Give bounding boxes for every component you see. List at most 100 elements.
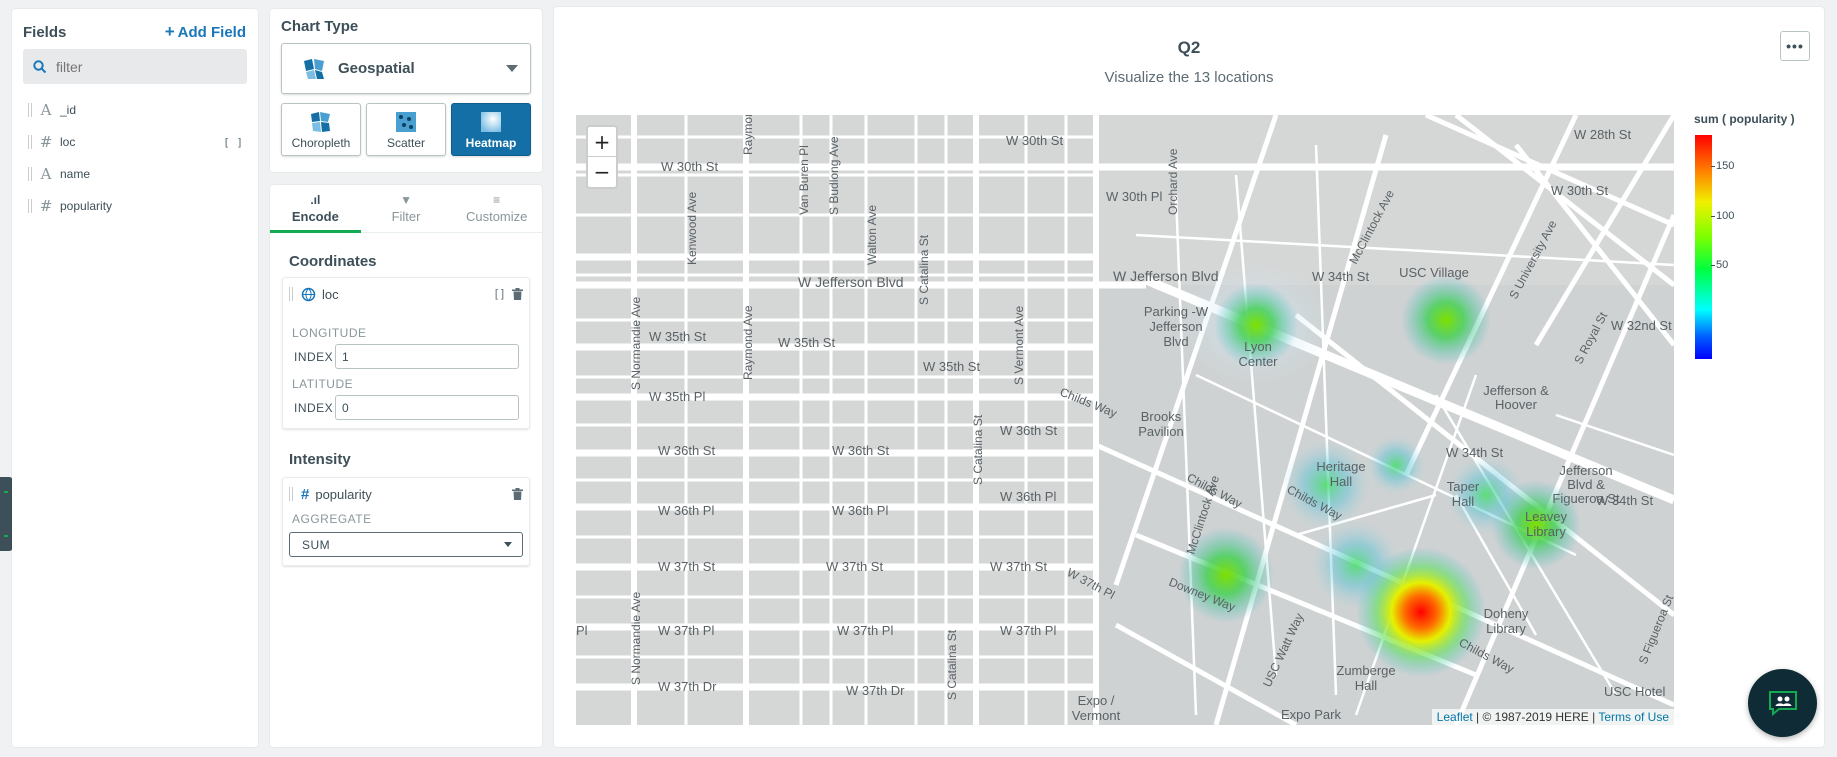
heatmap-map[interactable]: W 30th St W 30th St W 30th Pl W Jefferso… — [576, 115, 1674, 725]
drag-handle-icon[interactable] — [289, 487, 293, 501]
string-icon: A — [40, 165, 52, 183]
map-label: W 37th Pl — [837, 623, 893, 638]
map-label: W 32nd St — [1611, 318, 1672, 333]
geo-field-icon — [301, 287, 316, 301]
map-label: W Jefferson Blvd — [1113, 268, 1219, 284]
subtype-heatmap[interactable]: Heatmap — [451, 103, 531, 156]
longitude-index-input[interactable] — [335, 344, 519, 369]
map-label: Leavey — [1525, 509, 1567, 524]
subtype-scatter[interactable]: Scatter — [366, 103, 446, 156]
latitude-index-input[interactable] — [335, 395, 519, 420]
leaflet-link[interactable]: Leaflet — [1437, 710, 1473, 724]
map-label: W 37th Pl — [1000, 623, 1056, 638]
map-label: W 30th St — [661, 159, 718, 174]
drag-handle-icon[interactable] — [28, 167, 32, 181]
map-label: Hall — [1330, 474, 1353, 489]
map-label: Brooks — [1141, 409, 1182, 424]
map-label: S Catalina St — [945, 629, 959, 700]
field-item[interactable]: # loc [ ] — [12, 126, 258, 158]
field-item[interactable]: A _id — [12, 94, 258, 126]
zoom-out-button[interactable]: − — [588, 157, 616, 187]
attribution-text: | © 1987-2019 HERE | — [1476, 710, 1596, 724]
field-list: A _id # loc [ ] A name # popularity — [12, 94, 258, 222]
subtype-label: Heatmap — [465, 136, 517, 150]
tab-encode[interactable]: .ıl Encode — [270, 185, 361, 233]
map-label: Expo / — [1078, 693, 1115, 708]
map-label: Jefferson & — [1483, 383, 1549, 398]
subtype-choropleth[interactable]: Choropleth — [281, 103, 361, 156]
add-field-button[interactable]: + Add Field — [165, 22, 246, 42]
trash-icon[interactable] — [512, 488, 523, 500]
support-chat-button[interactable] — [1748, 669, 1817, 737]
aggregate-dropdown[interactable]: SUM — [289, 532, 523, 557]
map-label: W 36th St — [832, 443, 889, 458]
chart-title[interactable]: Q2 — [554, 38, 1824, 58]
field-filter[interactable] — [23, 49, 247, 84]
map-label: S Catalina St — [917, 234, 931, 305]
map-label: W 30th Pl — [1106, 189, 1162, 204]
map-label: Taper — [1447, 479, 1480, 494]
map-label: W 35th Pl — [649, 389, 705, 404]
map-label: Hall — [1355, 678, 1378, 693]
map-label: S Normandie Ave — [629, 592, 643, 685]
trash-icon[interactable] — [512, 288, 523, 300]
map-label: W 34th St — [1312, 269, 1369, 284]
drag-handle-icon[interactable] — [28, 199, 32, 213]
map-label: Expo Park — [1281, 707, 1341, 722]
map-label: Walton Ave — [865, 205, 879, 265]
subtype-label: Scatter — [386, 136, 425, 150]
more-options-button[interactable]: ••• — [1780, 31, 1810, 61]
index-label: INDEX — [294, 349, 334, 364]
map-label: W Jefferson Blvd — [798, 274, 904, 290]
map-label: Lyon — [1244, 339, 1272, 354]
map-label: Hall — [1452, 494, 1475, 509]
chevron-down-icon — [506, 65, 518, 72]
street-map: W 30th St W 30th St W 30th Pl W Jefferso… — [576, 115, 1674, 725]
drag-handle-icon[interactable] — [289, 287, 293, 301]
chart-type-value: Geospatial — [338, 60, 415, 77]
map-label: Heritage — [1316, 459, 1365, 474]
drag-handle-icon[interactable] — [28, 103, 32, 117]
map-label: Blvd & — [1567, 477, 1605, 492]
legend-tick: 100 — [1710, 210, 1735, 222]
map-label: Doheny — [1484, 606, 1529, 621]
coordinates-field-name: loc — [322, 286, 339, 302]
map-label: Jefferson — [1559, 463, 1612, 478]
aggregate-value: SUM — [302, 537, 331, 552]
color-legend: sum ( popularity ) 150 100 50 — [1694, 112, 1795, 359]
legend-title: sum ( popularity ) — [1694, 112, 1795, 126]
sliders-icon: ≡ — [493, 193, 501, 207]
field-filter-input[interactable] — [56, 58, 236, 75]
map-label: Library — [1486, 621, 1526, 636]
map-label: W 36th Pl — [832, 503, 888, 518]
map-label: W 35th St — [778, 335, 835, 350]
field-item[interactable]: A name — [12, 158, 258, 190]
zoom-control: + − — [586, 125, 618, 189]
index-label: INDEX — [294, 400, 334, 415]
terms-link[interactable]: Terms of Use — [1598, 710, 1669, 724]
coordinates-title: Coordinates — [289, 253, 377, 270]
map-label: W 35th St — [923, 359, 980, 374]
legend-tick: 150 — [1710, 160, 1735, 172]
chart-subtitle[interactable]: Visualize the 13 locations — [554, 69, 1824, 86]
field-item[interactable]: # popularity — [12, 190, 258, 222]
zoom-in-button[interactable]: + — [588, 127, 616, 157]
map-label: W 28th St — [1574, 127, 1631, 142]
map-label: Blvd — [1163, 334, 1188, 349]
tab-filter[interactable]: ▼ Filter — [361, 185, 452, 232]
map-label: W 36th St — [1000, 423, 1057, 438]
map-label: Orchard Ave — [1166, 148, 1180, 215]
map-label: W 36th Pl — [658, 503, 714, 518]
field-name: popularity — [60, 199, 113, 213]
drag-handle-icon[interactable] — [28, 135, 32, 149]
coordinates-card: loc [ ] LONGITUDE INDEX LATITUDE INDEX — [282, 277, 530, 429]
chart-panel: Q2 Visualize the 13 locations ••• W 30th… — [554, 7, 1824, 747]
array-icon[interactable]: [ ] — [495, 288, 504, 300]
chart-type-title: Chart Type — [281, 18, 359, 35]
tab-customize[interactable]: ≡ Customize — [451, 185, 542, 232]
chart-type-dropdown[interactable]: Geospatial — [281, 43, 531, 94]
array-icon[interactable]: [ ] — [223, 136, 243, 149]
latitude-label: LATITUDE — [292, 377, 354, 391]
map-label: S Catalina St — [971, 414, 985, 485]
map-label: W 36th St — [658, 443, 715, 458]
